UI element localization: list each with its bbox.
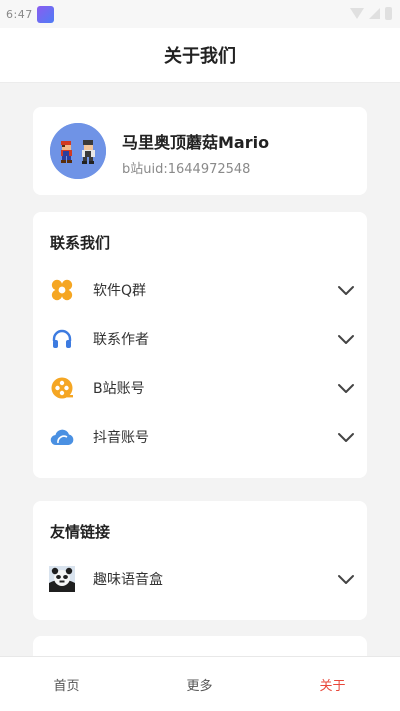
chevron-down-icon[interactable]: [337, 428, 355, 446]
profile-name: 马里奥顶蘑菇Mario: [122, 133, 270, 152]
list-item-label: 联系作者: [93, 332, 149, 348]
list-item-fun-voice-box[interactable]: 趣味语音盒: [33, 555, 367, 603]
list-item-label: 趣味语音盒: [93, 572, 163, 588]
chevron-down-icon[interactable]: [337, 281, 355, 299]
section-title-links: 友情链接: [50, 523, 111, 541]
page-title: 关于我们: [164, 46, 236, 67]
chevron-down-icon[interactable]: [337, 330, 355, 348]
status-indicators: [350, 7, 392, 20]
links-card: 友情链接 趣味语音盒: [33, 501, 367, 620]
list-item-qq-group[interactable]: 软件Q群: [33, 266, 367, 314]
headphones-icon: [50, 327, 74, 351]
film-reel-icon: [50, 376, 74, 400]
list-item-douyin-account[interactable]: 抖音账号: [33, 413, 367, 461]
wifi-icon: [350, 8, 364, 19]
bottom-tab-bar: 首页 更多 关于: [0, 656, 400, 711]
tab-more[interactable]: 更多: [133, 657, 266, 711]
contact-card: 联系我们 软件Q群 联系作者 B站账号 抖音账号: [33, 212, 367, 478]
cloud-icon: [50, 425, 74, 449]
grid-icon: [50, 278, 74, 302]
mario-avatar-icon[interactable]: [50, 123, 106, 179]
list-item-label: 抖音账号: [93, 430, 149, 446]
signal-icon: [369, 8, 380, 19]
panda-avatar-icon: [49, 566, 75, 592]
list-item-label: B站账号: [93, 381, 145, 397]
chevron-down-icon[interactable]: [337, 570, 355, 588]
chevron-down-icon[interactable]: [337, 379, 355, 397]
list-item-contact-author[interactable]: 联系作者: [33, 315, 367, 363]
profile-uid: b站uid:1644972548: [122, 162, 251, 177]
status-time: 6:47: [6, 7, 33, 21]
status-bar: 6:47: [0, 0, 400, 28]
nav-bar: 关于我们: [0, 28, 400, 83]
section-title-contact: 联系我们: [50, 234, 111, 252]
profile-card: 马里奥顶蘑菇Mario b站uid:1644972548: [33, 107, 367, 195]
tab-home[interactable]: 首页: [0, 657, 133, 711]
list-item-bilibili-account[interactable]: B站账号: [33, 364, 367, 412]
battery-icon: [385, 7, 392, 20]
app-notification-icon: [36, 5, 54, 23]
list-item-label: 软件Q群: [93, 283, 147, 299]
tab-about[interactable]: 关于: [266, 657, 399, 711]
